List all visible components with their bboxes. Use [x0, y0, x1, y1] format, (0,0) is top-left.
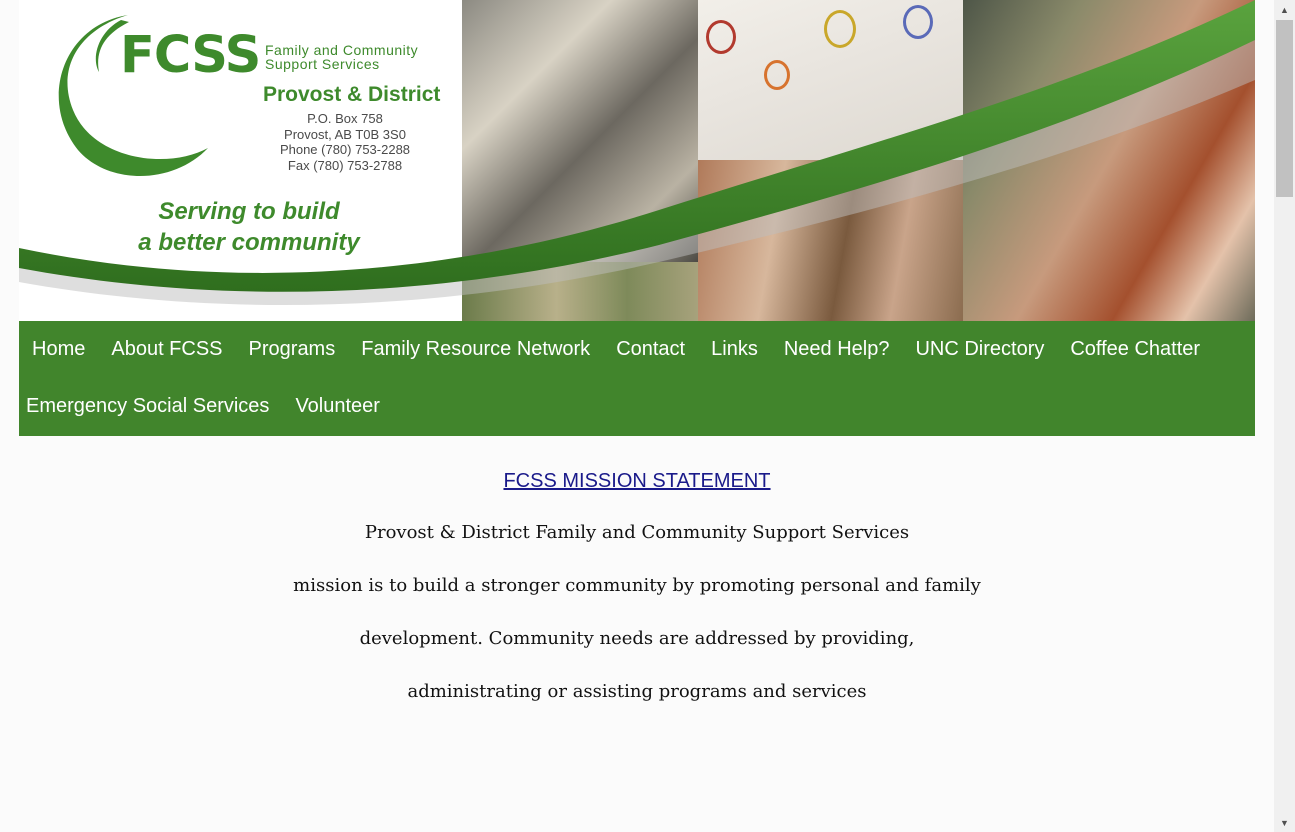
mission-line: mission is to build a stronger community…	[293, 575, 981, 596]
nav-item-need-help[interactable]: Need Help?	[771, 338, 903, 361]
green-swoosh	[19, 0, 1255, 305]
nav-row: Home About FCSS Programs Family Resource…	[19, 321, 1213, 378]
page: FCSS Family and Community Support Servic…	[0, 0, 1295, 832]
arrow-down-icon[interactable]: ▼	[1274, 815, 1295, 832]
nav-item-programs[interactable]: Programs	[236, 338, 349, 361]
nav-item-about-fcss[interactable]: About FCSS	[98, 338, 235, 361]
nav-item-links[interactable]: Links	[698, 338, 771, 361]
mission-statement-link[interactable]: FCSS MISSION STATEMENT	[503, 470, 770, 493]
arrow-up-icon[interactable]: ▲	[1274, 2, 1295, 19]
nav-item-volunteer[interactable]: Volunteer	[282, 395, 393, 418]
nav-item-contact[interactable]: Contact	[603, 338, 698, 361]
mission-line: Provost & District Family and Community …	[364, 522, 910, 543]
header-banner: FCSS Family and Community Support Servic…	[19, 0, 1255, 321]
nav-item-home[interactable]: Home	[19, 338, 98, 361]
scrollbar-thumb[interactable]	[1276, 20, 1293, 197]
mission-text: Provost & District Family and Community …	[19, 521, 1255, 733]
nav-item-coffee-chatter[interactable]: Coffee Chatter	[1057, 338, 1213, 361]
nav-item-emergency-social-services[interactable]: Emergency Social Services	[19, 395, 282, 418]
main-nav: Home About FCSS Programs Family Resource…	[19, 321, 1255, 436]
nav-item-unc-directory[interactable]: UNC Directory	[902, 338, 1057, 361]
mission-line: development. Community needs are address…	[359, 628, 915, 649]
nav-item-family-resource-network[interactable]: Family Resource Network	[348, 338, 603, 361]
nav-row: Emergency Social Services Volunteer	[19, 378, 393, 435]
vertical-scrollbar[interactable]: ▲ ▼	[1274, 0, 1295, 832]
mission-line: administrating or assisting programs and…	[407, 681, 867, 702]
main-content: FCSS MISSION STATEMENT Provost & Distric…	[19, 436, 1255, 733]
